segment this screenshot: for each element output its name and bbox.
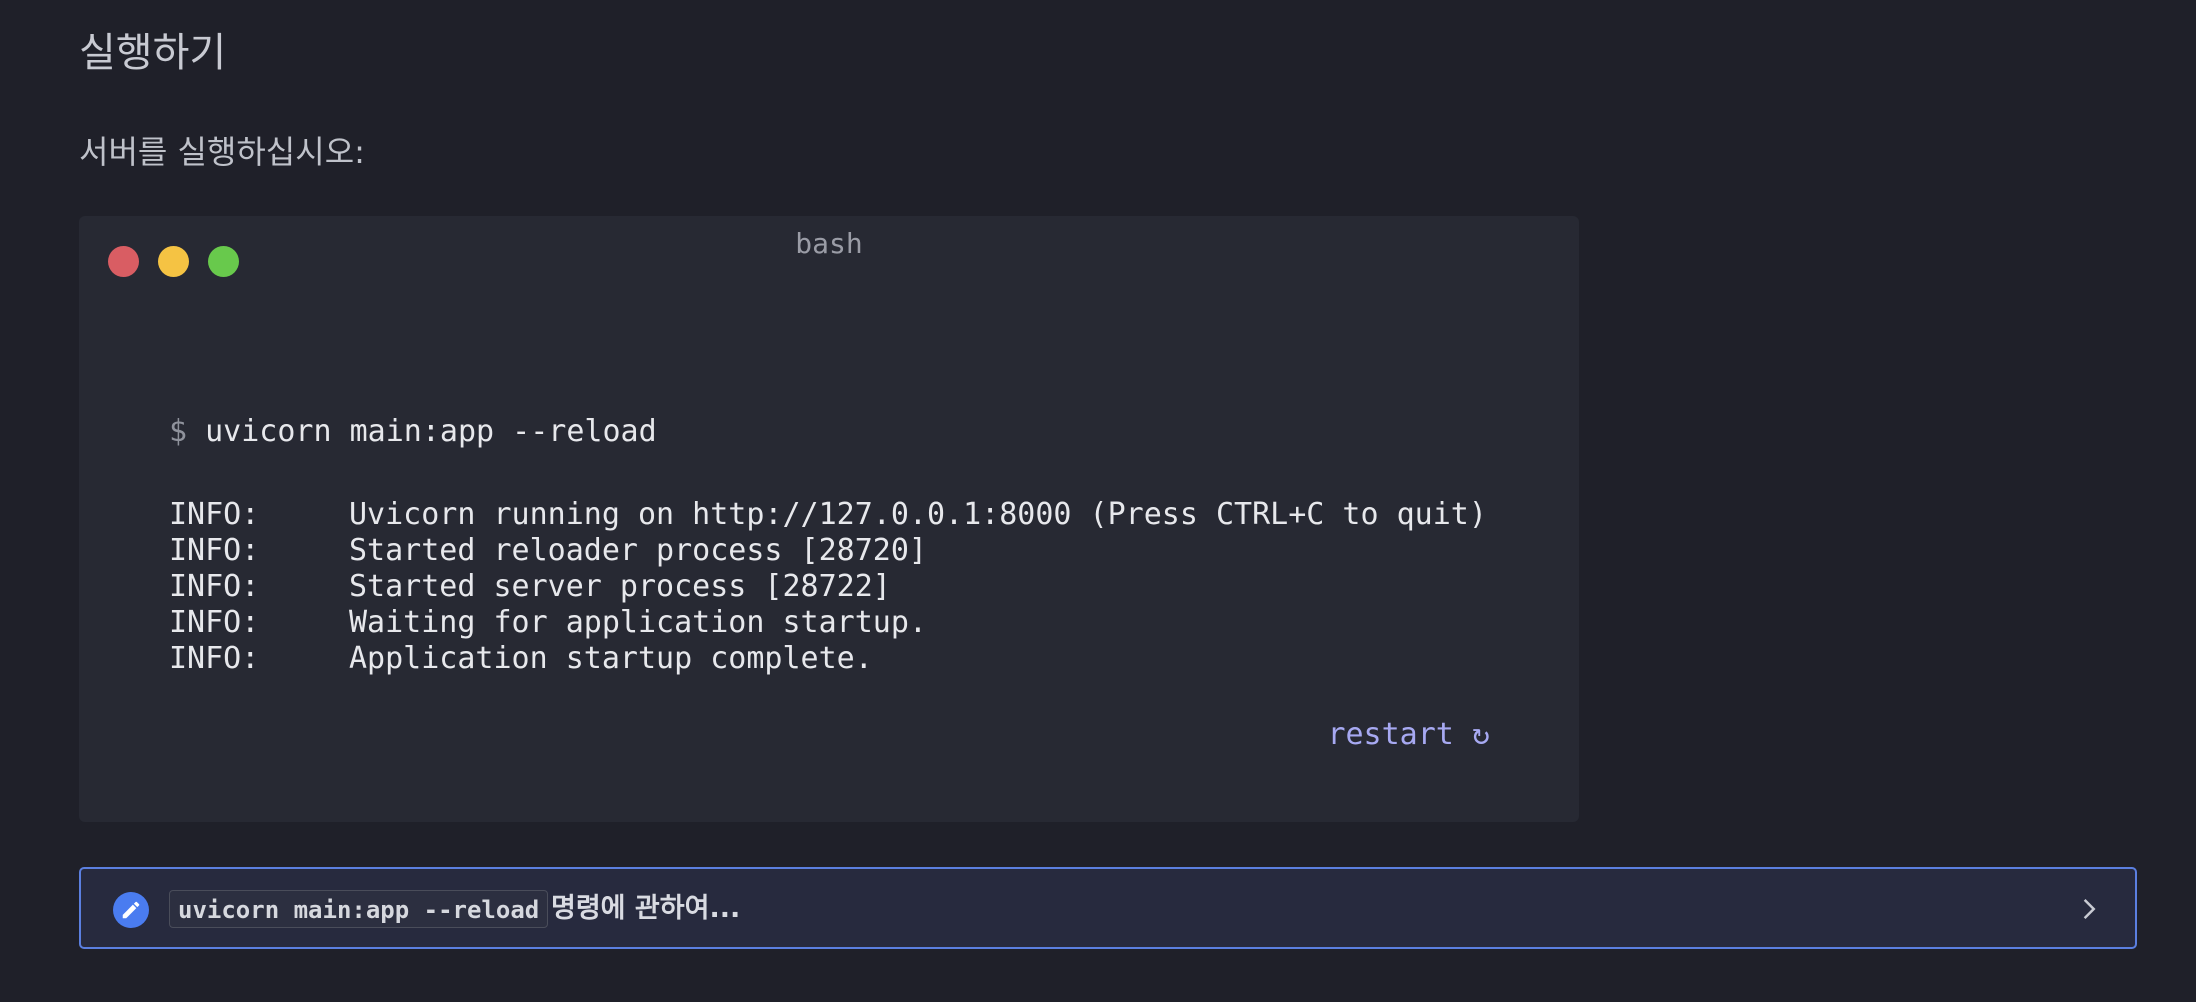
chevron-right-icon [2083, 899, 2096, 919]
log-message: Started server process [28722] [349, 569, 891, 604]
log-line: INFO: Uvicorn running on http://127.0.0.1… [169, 497, 1487, 533]
log-level: INFO: [169, 533, 260, 568]
log-level: INFO: [169, 641, 260, 676]
log-message: Uvicorn running on http://127.0.0.1:8000… [349, 497, 1487, 532]
inline-code: uvicorn main:app --reload [169, 890, 549, 928]
log-line: INFO: Started server process [28722] [169, 569, 1487, 605]
log-line: INFO: Started reloader process [28720] [169, 533, 1487, 569]
command-text: uvicorn main:app --reload [205, 414, 657, 449]
expander-label: 명령에 관하여... [551, 893, 741, 924]
command-line: $ uvicorn main:app --reload [169, 410, 657, 454]
intro-text: 서버를 실행하십시오: [79, 133, 365, 171]
log-level: INFO: [169, 605, 260, 640]
section-heading: 실행하기 [79, 30, 227, 76]
terminal-title: bash [795, 227, 863, 260]
terminal-output: INFO: Uvicorn running on http://127.0.0.1… [169, 497, 1487, 677]
log-level: INFO: [169, 569, 260, 604]
command-info-expander[interactable]: uvicorn main:app --reload 명령에 관하여... [79, 867, 2137, 949]
pencil-icon [113, 892, 149, 928]
log-message: Application startup complete. [349, 641, 873, 676]
restart-button[interactable]: restart ↻ [1100, 713, 1490, 757]
log-line: INFO: Waiting for application startup. [169, 605, 1487, 641]
log-message: Waiting for application startup. [349, 605, 927, 640]
log-line: INFO: Application startup complete. [169, 641, 1487, 677]
log-message: Started reloader process [28720] [349, 533, 927, 568]
log-level: INFO: [169, 497, 260, 532]
prompt-symbol: $ [169, 414, 188, 449]
